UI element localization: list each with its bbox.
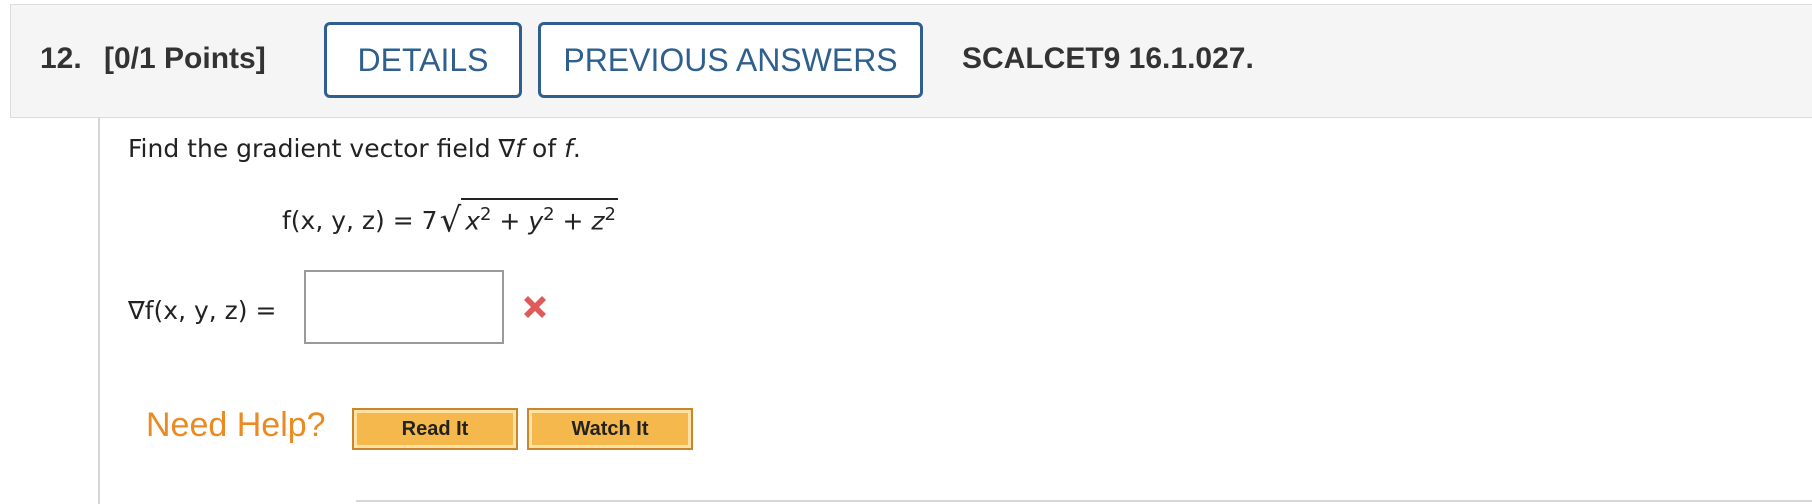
previous-answers-button[interactable]: PREVIOUS ANSWERS [538,22,923,98]
gradient-label: ∇f(x, y, z) = [128,296,277,325]
function-lhs: f(x, y, z) = 7 [282,206,438,236]
question-prompt: Find the gradient vector field ∇f of f. [128,134,581,163]
radicand: x2 + y2 + z2 [461,198,618,235]
details-button[interactable]: DETAILS [324,22,522,98]
points-label: [0/1 Points] [104,42,266,75]
content-left-border [98,118,100,504]
radical-icon: √ [439,200,462,241]
function-equation: f(x, y, z) = 7 √ x2 + y2 + z2 [282,198,618,237]
square-root: √ x2 + y2 + z2 [440,198,618,237]
content-bottom-border [356,500,1812,502]
watch-it-button[interactable]: Watch It [527,408,693,450]
incorrect-x-icon [524,296,546,318]
question-number: 12. [40,42,82,75]
need-help-label: Need Help? [146,406,326,444]
question-id: SCALCET9 16.1.027. [962,42,1254,75]
answer-input[interactable] [304,270,504,344]
read-it-button[interactable]: Read It [352,408,518,450]
